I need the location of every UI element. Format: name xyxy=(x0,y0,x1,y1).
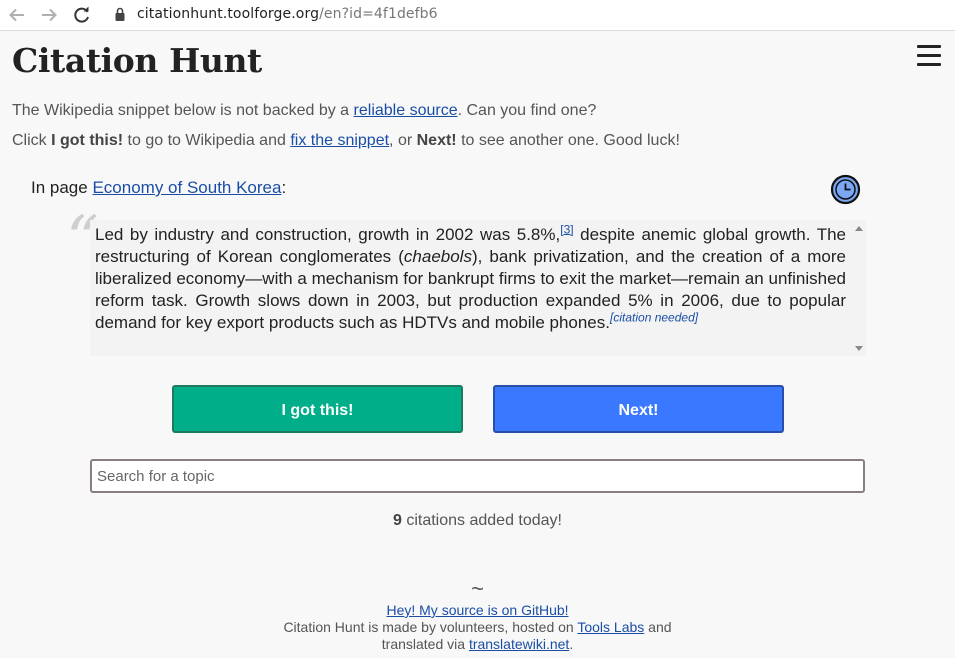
intro-text: Click xyxy=(12,132,52,149)
cn-text: citation needed xyxy=(613,310,695,325)
snippet-container[interactable]: Led by industry and construction, growth… xyxy=(90,220,866,356)
intro-bold-next: Next! xyxy=(416,132,457,149)
scroll-up-icon[interactable] xyxy=(855,226,863,231)
intro-text: , or xyxy=(389,132,417,149)
reliable-source-link[interactable]: reliable source xyxy=(354,102,458,119)
url-host: citationhunt.toolforge.org xyxy=(137,6,320,22)
intro-text: to go to Wikipedia and xyxy=(123,132,291,149)
address-bar[interactable]: citationhunt.toolforge.org/en?id=4f1defb… xyxy=(137,6,438,22)
forward-button[interactable] xyxy=(38,4,60,26)
reference-marker[interactable]: [3] xyxy=(560,222,573,236)
snippet-part: Led by industry and construction, growth… xyxy=(95,225,561,244)
lock-icon xyxy=(115,7,125,21)
next-button[interactable]: Next! xyxy=(493,385,784,433)
footer-text: . xyxy=(569,636,574,652)
footer-text: Citation Hunt is made by volunteers, hos… xyxy=(283,619,578,635)
history-button[interactable] xyxy=(830,174,861,205)
i-got-this-button[interactable]: I got this! xyxy=(172,385,463,433)
snippet-scrollbar[interactable] xyxy=(852,220,866,356)
page-title: Citation Hunt xyxy=(12,41,262,80)
fix-snippet-link[interactable]: fix the snippet xyxy=(290,132,389,149)
footer-line-3: translated via translatewiki.net. xyxy=(0,636,955,652)
intro-text: The Wikipedia snippet below is not backe… xyxy=(12,102,354,119)
browser-toolbar: citationhunt.toolforge.org/en?id=4f1defb… xyxy=(0,0,955,31)
reload-button[interactable] xyxy=(71,4,93,26)
reload-icon xyxy=(74,6,89,23)
clock-icon xyxy=(830,174,861,205)
menu-button[interactable] xyxy=(915,44,943,68)
in-page-label: In page xyxy=(31,178,93,197)
arrow-right-icon xyxy=(42,8,57,22)
footer-text: translated via xyxy=(381,636,469,652)
arrow-left-icon xyxy=(9,8,24,22)
cn-bracket: ] xyxy=(694,310,699,325)
in-page-colon: : xyxy=(281,178,287,197)
footer-line-1: Hey! My source is on GitHub! xyxy=(0,602,955,618)
footer-text: and xyxy=(644,619,672,635)
count-number: 9 xyxy=(392,512,402,529)
tools-labs-link[interactable]: Tools Labs xyxy=(577,619,644,635)
article-link[interactable]: Economy of South Korea xyxy=(92,178,281,197)
citation-needed-tag: [citation needed] xyxy=(610,310,698,324)
intro-bold-got-this: I got this! xyxy=(51,132,124,149)
scroll-down-icon[interactable] xyxy=(855,346,863,351)
snippet-text: Led by industry and construction, growth… xyxy=(95,222,846,334)
snippet-italic: chaebols xyxy=(403,247,472,266)
intro-line-1: The Wikipedia snippet below is not backe… xyxy=(12,102,596,120)
page-reference: In page Economy of South Korea: xyxy=(31,178,286,198)
count-label: citations added today! xyxy=(401,512,562,529)
search-input[interactable] xyxy=(90,459,865,493)
translatewiki-link[interactable]: translatewiki.net xyxy=(469,636,569,652)
reference-link[interactable]: [3] xyxy=(560,222,573,236)
footer-line-2: Citation Hunt is made by volunteers, hos… xyxy=(0,619,955,635)
back-button[interactable] xyxy=(6,4,28,26)
footer-divider: ~ xyxy=(471,576,484,601)
github-link[interactable]: Hey! My source is on GitHub! xyxy=(386,602,568,618)
citations-count: 9 citations added today! xyxy=(0,512,955,530)
intro-text: to see another one. Good luck! xyxy=(456,132,680,149)
intro-line-2: Click I got this! to go to Wikipedia and… xyxy=(12,132,680,150)
url-path: /en?id=4f1defb6 xyxy=(319,6,438,22)
intro-text: . Can you find one? xyxy=(457,102,597,119)
